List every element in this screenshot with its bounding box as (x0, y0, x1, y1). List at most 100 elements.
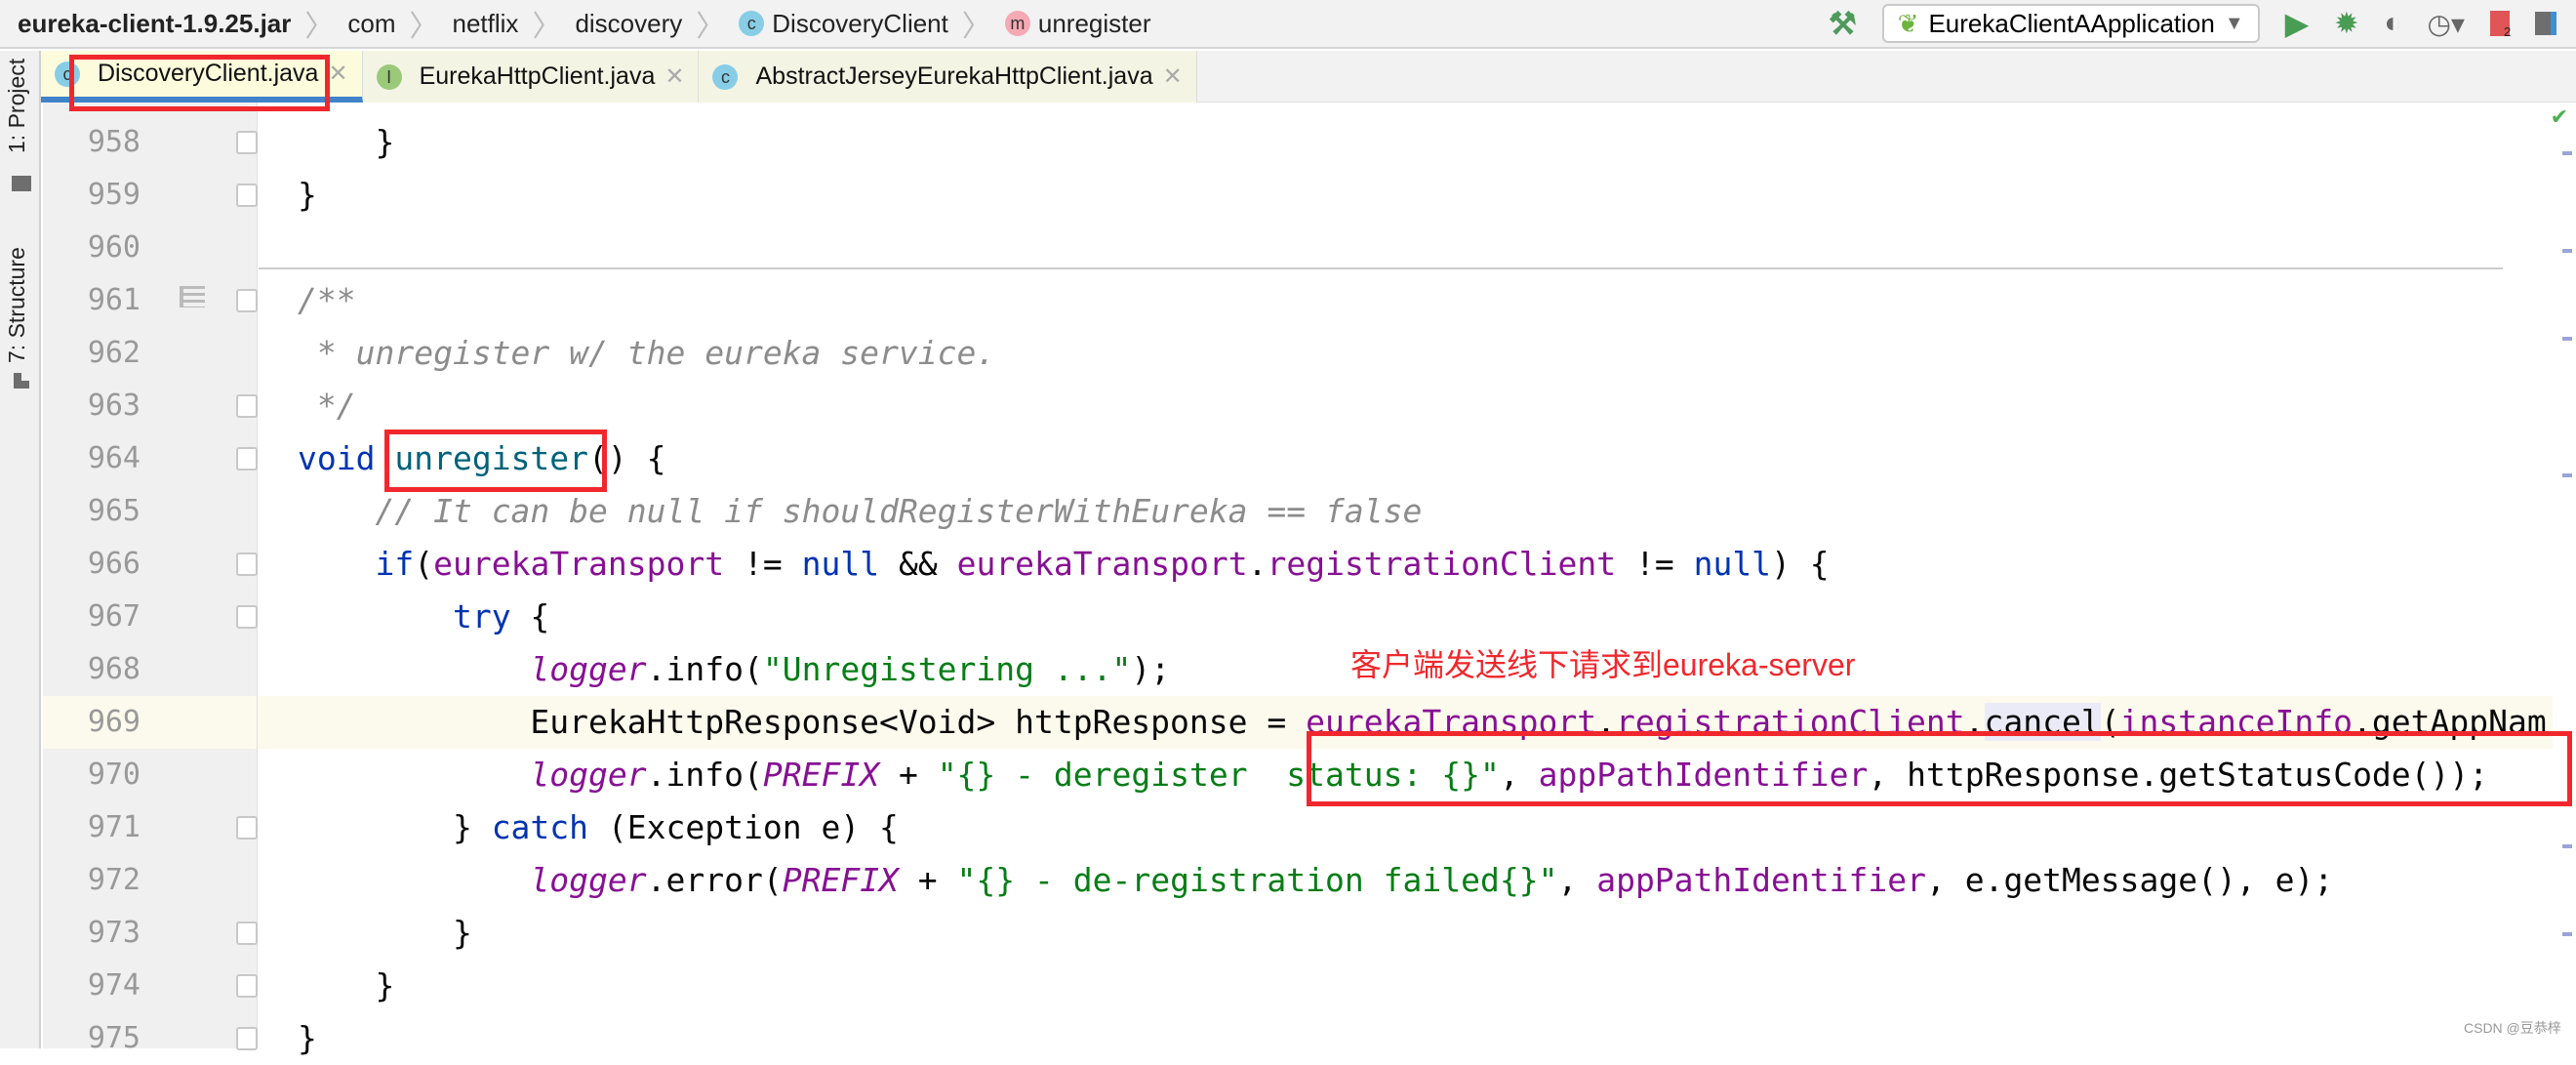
class-icon: c (739, 11, 765, 36)
code-token: ); (1131, 650, 1171, 688)
code-token: // It can be null if shouldRegisterWithE… (375, 492, 1423, 530)
editor-gutter: 958 959 960 961 962 963 964 965 966 967 968 969 970 9… (43, 102, 258, 1055)
fold-marker-icon[interactable] (236, 553, 258, 576)
close-icon[interactable]: ✕ (1163, 62, 1183, 91)
code-line[interactable]: } (258, 960, 2553, 1012)
interface-icon: I (376, 63, 402, 90)
breadcrumb-method[interactable]: m unregister (1004, 8, 1151, 39)
code-line[interactable] (258, 222, 2553, 274)
code-token: .error( (646, 861, 783, 899)
code-text: logger.error(PREFIX + "{} - de-registrat… (298, 854, 2333, 907)
breadcrumb-jar[interactable]: eureka-client-1.9.25.jar (18, 9, 291, 39)
breadcrumb-discovery[interactable]: discovery (575, 9, 682, 39)
fold-marker-icon[interactable] (236, 447, 258, 471)
breadcrumb-separator: 〉 (304, 11, 335, 43)
profiler-icon[interactable]: ◷▾ (2428, 8, 2466, 40)
code-text: */ (298, 380, 356, 432)
build-hammer-icon[interactable]: ⚒ (1829, 5, 1857, 42)
code-token: , e.getMessage(), e); (1925, 861, 2334, 899)
code-line[interactable]: } (258, 907, 2553, 960)
code-token: , (1557, 861, 1597, 899)
fold-marker-icon[interactable] (236, 605, 258, 629)
code-text: } (298, 907, 472, 960)
coverage-icon[interactable]: ◐ (2384, 7, 2401, 40)
structure-icon (14, 373, 29, 389)
line-number: 974 (87, 968, 141, 1003)
code-token: && (879, 545, 957, 583)
highlight-box-tab (69, 55, 330, 111)
code-token: (Exception e) { (588, 808, 899, 846)
gutter-line: 959 (43, 169, 258, 222)
breadcrumb-com[interactable]: com (347, 9, 395, 39)
code-token: } (298, 808, 492, 846)
gutter-line: 963 (43, 380, 258, 432)
line-number: 963 (87, 389, 141, 423)
code-token: ( (414, 545, 434, 583)
tab-abstractjerseyeurekahttpclient[interactable]: c AbstractJerseyEurekaHttpClient.java ✕ (699, 51, 1197, 102)
code-line[interactable]: try { (258, 591, 2553, 643)
project-structure-icon[interactable] (2535, 12, 2556, 35)
breadcrumb-separator: 〉 (409, 11, 439, 43)
fold-marker-icon[interactable] (236, 184, 258, 207)
gutter-line: 975 (43, 1012, 258, 1065)
code-line[interactable]: } (258, 169, 2553, 222)
line-number: 968 (87, 652, 141, 686)
line-number: 961 (87, 283, 141, 317)
line-number: 972 (87, 863, 141, 897)
code-token: /** (298, 281, 356, 319)
line-number: 970 (87, 758, 141, 792)
code-line[interactable]: logger.error(PREFIX + "{} - de-registrat… (258, 854, 2553, 907)
fold-marker-icon[interactable] (236, 394, 258, 418)
gutter-line: 961 (43, 274, 258, 327)
code-line[interactable]: if(eurekaTransport != null && eurekaTran… (258, 538, 2553, 591)
structure-tool-window-button[interactable]: 7: Structure (4, 247, 30, 363)
stop-icon[interactable]: 2 (2490, 11, 2511, 39)
breadcrumb-class-label: DiscoveryClient (772, 8, 948, 38)
breadcrumb-netflix[interactable]: netflix (453, 9, 519, 39)
code-line[interactable]: } (258, 116, 2553, 169)
error-stripe-scrollbar[interactable]: ✔ (2551, 102, 2576, 1048)
close-icon[interactable]: ✕ (328, 60, 347, 88)
code-line[interactable]: * unregister w/ the eureka service. (258, 327, 2553, 380)
gutter-line: 962 (43, 327, 257, 380)
fold-marker-icon[interactable] (236, 974, 258, 998)
gutter-line: 966 (43, 538, 258, 591)
code-token: } (298, 1019, 317, 1057)
gutter-line: 968 (43, 643, 257, 696)
code-line[interactable]: } (258, 1012, 2553, 1065)
debug-bug-icon[interactable]: ✹ (2334, 7, 2358, 41)
code-token: . (1247, 545, 1268, 583)
fold-marker-icon[interactable] (236, 816, 258, 840)
stripe-marker (2562, 473, 2572, 477)
close-icon[interactable]: ✕ (664, 62, 684, 91)
breadcrumb-method-label: unregister (1037, 8, 1151, 38)
run-configuration-select[interactable]: ❦ EurekaClientAApplication ▼ (1881, 4, 2260, 43)
breadcrumb-class[interactable]: c DiscoveryClient (739, 9, 948, 39)
tab-eurekahttpclient[interactable]: I EurekaHttpClient.java ✕ (362, 51, 700, 102)
code-line[interactable]: } catch (Exception e) { (258, 801, 2553, 854)
code-token: registrationClient (1267, 545, 1617, 583)
code-token: } (298, 176, 317, 214)
line-number: 959 (87, 178, 141, 212)
code-line[interactable]: */ (258, 380, 2553, 432)
render-doc-icon[interactable] (180, 286, 205, 307)
fold-marker-icon[interactable] (236, 922, 258, 945)
tab-label: EurekaHttpClient.java (419, 62, 656, 90)
gutter-line: 965 (43, 485, 257, 538)
fold-marker-icon[interactable] (236, 1027, 258, 1050)
code-token: + (879, 756, 938, 794)
project-tool-window-button[interactable]: 1: Project (4, 59, 30, 153)
code-line[interactable]: // It can be null if shouldRegisterWithE… (258, 485, 2553, 538)
line-number: 973 (87, 916, 141, 950)
gutter-line: 964 (43, 432, 258, 485)
code-token: .info( (646, 756, 763, 794)
code-line[interactable]: /** (258, 274, 2553, 327)
code-token: * unregister w/ the eureka service. (298, 334, 996, 372)
run-icon[interactable]: ▶ (2285, 5, 2310, 42)
fold-marker-icon[interactable] (236, 289, 258, 312)
fold-marker-icon[interactable] (236, 131, 258, 154)
line-number: 975 (87, 1021, 141, 1055)
